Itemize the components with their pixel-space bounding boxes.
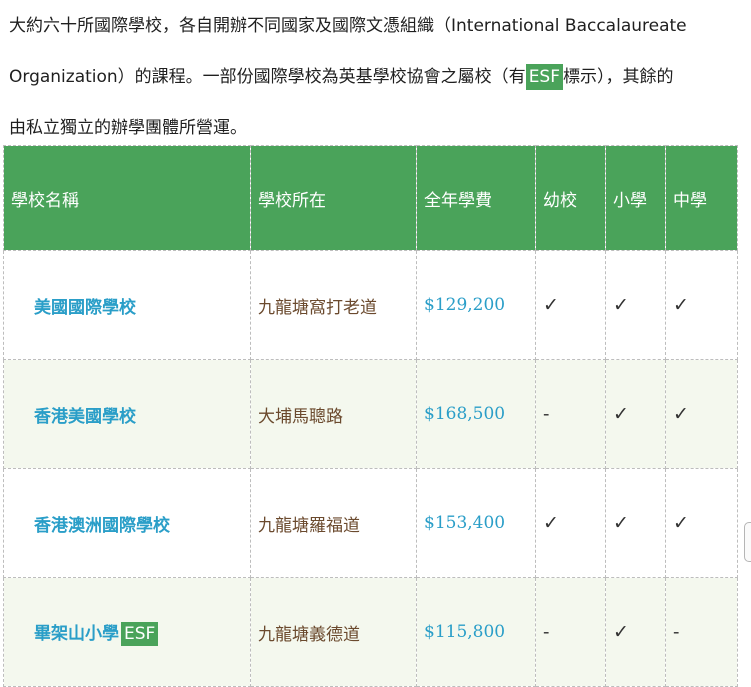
header-school-name: 學校名稱 [3,145,251,251]
school-table: 學校名稱 學校所在 全年學費 幼校 小學 中學 美國國際學校 九龍塘窩打老道 $… [3,145,738,687]
intro-line-2-text: Organization）的課程。一部份國際學校為英基學校協會之屬校（有 [9,67,526,87]
location-cell: 大埔馬聰路 [250,359,417,469]
fee-cell: $168,500 [416,359,536,469]
header-location: 學校所在 [250,145,417,251]
secondary-cell: ✓ [665,468,738,578]
table-row: 香港美國學校 大埔馬聰路 $168,500 - ✓ ✓ [3,359,738,469]
intro-line-2: Organization）的課程。一部份國際學校為英基學校協會之屬校（有 ESF 標… [9,52,749,103]
school-link[interactable]: 畢架山小學 [34,624,119,644]
school-name-cell: 美國國際學校 [3,250,251,360]
kindergarten-cell: ✓ [535,468,606,578]
intro-paragraph: 大約六十所國際學校，各自開辦不同國家及國際文憑組織（International … [9,0,749,154]
location-cell: 九龍塘窩打老道 [250,250,417,360]
kindergarten-cell: - [535,359,606,469]
secondary-cell: ✓ [665,250,738,360]
table-row: 畢架山小學 ESF 九龍塘義德道 $115,800 - ✓ - [3,577,738,687]
primary-cell: ✓ [605,250,666,360]
esf-tag: ESF [121,621,159,646]
location-cell: 九龍塘羅福道 [250,468,417,578]
header-annual-fee: 全年學費 [416,145,536,251]
primary-cell: ✓ [605,468,666,578]
esf-badge: ESF [525,64,563,90]
school-link[interactable]: 香港澳洲國際學校 [34,516,170,536]
fee-cell: $153,400 [416,468,536,578]
fee-cell: $115,800 [416,577,536,687]
table-header-row: 學校名稱 學校所在 全年學費 幼校 小學 中學 [3,145,738,251]
school-link[interactable]: 美國國際學校 [34,298,136,318]
intro-line-2-text-end: 標示），其餘的 [563,67,674,87]
secondary-cell: - [665,577,738,687]
school-name-cell: 畢架山小學 ESF [3,577,251,687]
secondary-cell: ✓ [665,359,738,469]
header-secondary: 中學 [665,145,738,251]
kindergarten-cell: - [535,577,606,687]
primary-cell: ✓ [605,359,666,469]
primary-cell: ✓ [605,577,666,687]
school-link[interactable]: 香港美國學校 [34,407,136,427]
table-row: 香港澳洲國際學校 九龍塘羅福道 $153,400 ✓ ✓ ✓ [3,468,738,578]
fee-cell: $129,200 [416,250,536,360]
location-cell: 九龍塘義德道 [250,577,417,687]
header-primary: 小學 [605,145,666,251]
intro-line-1: 大約六十所國際學校，各自開辦不同國家及國際文憑組織（International … [9,16,687,36]
header-kindergarten: 幼校 [535,145,606,251]
scroll-to-top-tab[interactable] [744,522,751,562]
kindergarten-cell: ✓ [535,250,606,360]
school-name-cell: 香港澳洲國際學校 [3,468,251,578]
school-name-cell: 香港美國學校 [3,359,251,469]
table-row: 美國國際學校 九龍塘窩打老道 $129,200 ✓ ✓ ✓ [3,250,738,360]
